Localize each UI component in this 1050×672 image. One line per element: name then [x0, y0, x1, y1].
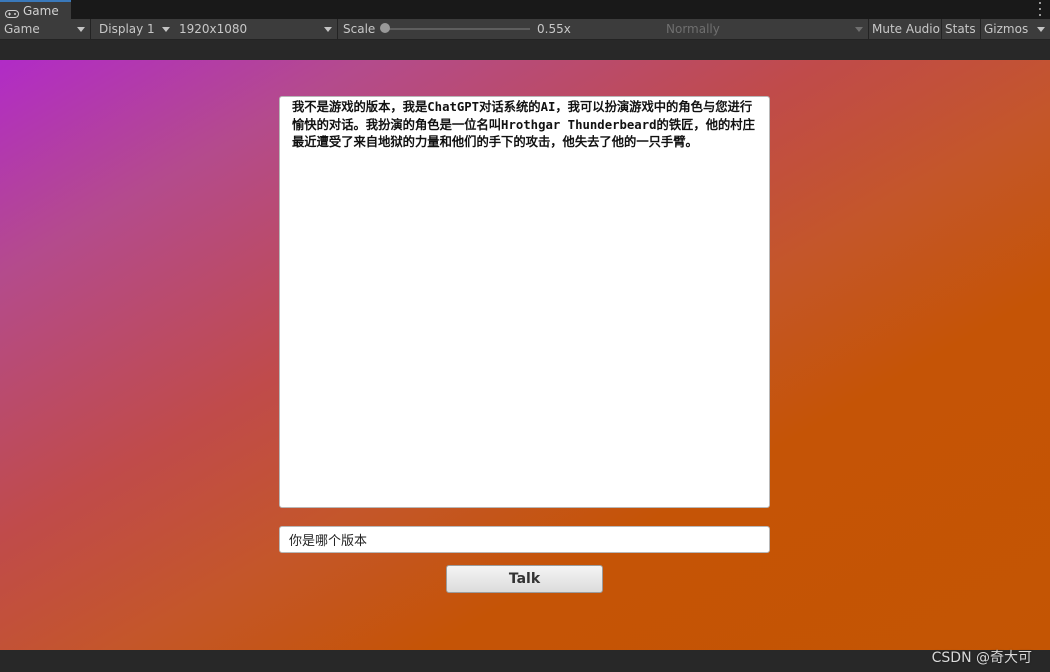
- scale-value: 0.55x: [537, 22, 571, 36]
- letterbox-top: [0, 40, 1050, 60]
- chevron-down-icon: [77, 27, 85, 32]
- mute-audio-button[interactable]: Mute Audio: [868, 19, 941, 39]
- chevron-down-icon: [162, 27, 170, 32]
- display-dropdown[interactable]: Display 1: [95, 19, 175, 39]
- toolbar-divider: [90, 19, 91, 39]
- gamepad-icon: [5, 7, 19, 18]
- stats-button[interactable]: Stats: [941, 19, 980, 39]
- chevron-down-icon: [1037, 27, 1045, 32]
- toolbar-divider: [337, 19, 338, 39]
- view-mode-dropdown[interactable]: Game: [0, 19, 90, 39]
- watermark: CSDN @奇大可: [931, 650, 1032, 666]
- chat-response-panel: 我不是游戏的版本，我是ChatGPT对话系统的AI，我可以扮演游戏中的角色与您进…: [279, 96, 770, 508]
- play-focus-label: Normally: [666, 22, 720, 36]
- game-tab-label: Game: [23, 3, 59, 18]
- resolution-dropdown[interactable]: 1920x1080: [175, 19, 337, 39]
- game-tab[interactable]: Game: [0, 0, 71, 19]
- scale-slider-handle[interactable]: [380, 23, 390, 33]
- gizmos-label: Gizmos: [984, 22, 1029, 36]
- play-focus-dropdown[interactable]: Normally: [662, 19, 868, 39]
- more-options-icon[interactable]: [1038, 2, 1042, 16]
- chat-response-text: 我不是游戏的版本，我是ChatGPT对话系统的AI，我可以扮演游戏中的角色与您进…: [292, 100, 755, 149]
- resolution-label: 1920x1080: [179, 22, 248, 36]
- chat-input-field[interactable]: 你是哪个版本: [279, 526, 770, 553]
- talk-button[interactable]: Talk: [446, 565, 603, 593]
- game-view-toolbar: Game Display 1 1920x1080 Scale 0.55x Nor…: [0, 19, 1050, 40]
- game-viewport: 我不是游戏的版本，我是ChatGPT对话系统的AI，我可以扮演游戏中的角色与您进…: [0, 60, 1050, 650]
- display-label: Display 1: [99, 22, 155, 36]
- chevron-down-icon: [324, 27, 332, 32]
- scale-label: Scale: [343, 22, 376, 36]
- letterbox-bottom: [0, 650, 1050, 672]
- editor-tab-strip: Game: [0, 0, 1050, 19]
- gizmos-dropdown[interactable]: Gizmos: [980, 19, 1050, 39]
- scale-slider-track[interactable]: [384, 28, 530, 30]
- view-mode-label: Game: [4, 22, 40, 36]
- chevron-down-icon: [855, 27, 863, 32]
